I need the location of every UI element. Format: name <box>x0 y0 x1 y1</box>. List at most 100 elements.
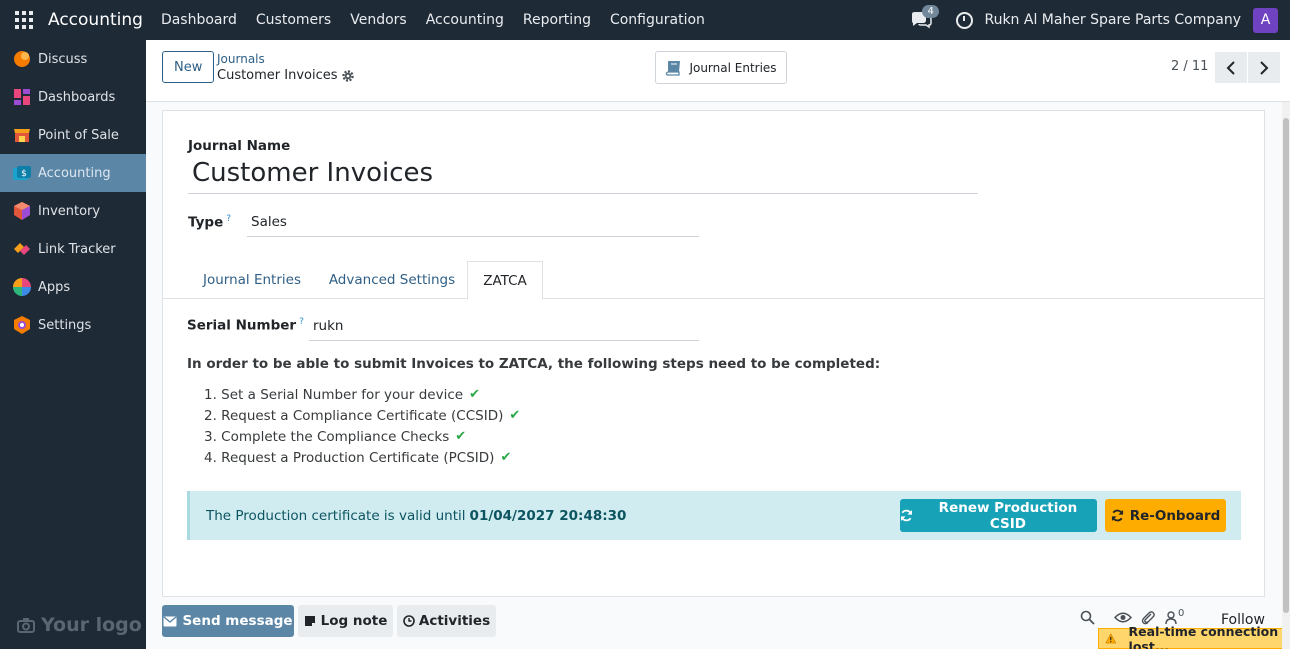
breadcrumb-current: Customer Invoices <box>217 68 354 83</box>
eye-icon[interactable] <box>1114 611 1132 624</box>
menu-configuration[interactable]: Configuration <box>610 12 705 28</box>
re-onboard-button[interactable]: Re-Onboard <box>1105 499 1226 532</box>
zatca-steps-list: 1. Set a Serial Number for your device ✔ … <box>204 384 520 468</box>
step-text: 3. Complete the Compliance Checks <box>204 428 450 445</box>
followers-count: 0 <box>1178 608 1185 619</box>
tab-journal-entries[interactable]: Journal Entries <box>187 261 317 299</box>
refresh-icon <box>900 509 912 522</box>
activities-label: Activities <box>418 613 491 629</box>
sidebar-item-settings[interactable]: Settings <box>0 306 146 344</box>
alert-date: 01/04/2027 20:48:30 <box>469 507 627 524</box>
alert-message: The Production certificate is valid unti… <box>206 507 466 524</box>
pager-previous-button[interactable] <box>1215 52 1247 83</box>
apps-grid-icon[interactable] <box>15 11 33 29</box>
renew-production-csid-button[interactable]: Renew Production CSID <box>900 499 1097 532</box>
serial-help-icon[interactable]: ? <box>299 317 304 327</box>
point-of-sale-icon <box>14 129 30 142</box>
activity-clock-icon[interactable] <box>956 11 974 29</box>
alert-text: The Production certificate is valid unti… <box>206 508 626 524</box>
gear-icon[interactable] <box>341 69 354 82</box>
page-scrollbar[interactable] <box>1282 102 1290 649</box>
apps-icon <box>13 278 31 296</box>
sidebar-item-label: Link Tracker <box>38 241 116 257</box>
check-icon: ✔ <box>500 450 512 465</box>
check-icon: ✔ <box>469 387 480 402</box>
renew-label: Renew Production CSID <box>938 499 1078 532</box>
type-select[interactable]: Sales <box>247 214 699 237</box>
scrollbar-thumb[interactable] <box>1283 118 1289 613</box>
certificate-alert: The Production certificate is valid unti… <box>187 491 1241 540</box>
log-note-button[interactable]: Log note <box>298 605 393 637</box>
step-text: 2. Request a Compliance Certificate (CCS… <box>204 407 504 424</box>
chevron-right-icon <box>1260 60 1269 75</box>
sidebar-item-label: Discuss <box>38 51 88 67</box>
sidebar-item-inventory[interactable]: Inventory <box>0 192 146 230</box>
type-label: Type? <box>188 214 231 231</box>
tab-advanced-settings[interactable]: Advanced Settings <box>317 261 467 299</box>
envelope-icon <box>163 615 177 626</box>
breadcrumb-journals[interactable]: Journals <box>217 52 265 66</box>
step-text: 4. Request a Production Certificate (PCS… <box>204 449 495 466</box>
check-icon: ✔ <box>509 408 521 423</box>
sidebar-item-link-tracker[interactable]: Link Tracker <box>0 230 146 268</box>
check-icon: ✔ <box>455 429 467 444</box>
new-button[interactable]: New <box>162 51 215 83</box>
send-message-button[interactable]: Send message <box>162 605 294 637</box>
top-navbar: Accounting Dashboard Customers Vendors A… <box>0 0 1290 40</box>
serial-number-label-text: Serial Number <box>187 317 297 334</box>
serial-number-input[interactable]: rukn <box>309 318 699 341</box>
warning-icon <box>1105 633 1117 644</box>
type-label-text: Type <box>188 214 224 231</box>
breadcrumb-current-label: Customer Invoices <box>217 68 338 83</box>
list-item: 1. Set a Serial Number for your device ✔ <box>204 384 520 405</box>
activities-button[interactable]: Activities <box>397 605 496 637</box>
journal-entries-button[interactable]: Journal Entries <box>655 51 787 84</box>
user-avatar[interactable]: A <box>1253 7 1278 33</box>
sidebar-item-dashboards[interactable]: Dashboards <box>0 78 146 116</box>
note-icon <box>304 616 315 626</box>
sidebar-item-apps[interactable]: Apps <box>0 268 146 306</box>
connection-lost-toast: Real-time connection lost... <box>1098 624 1290 649</box>
accounting-icon: $ <box>13 166 31 180</box>
step-text: 1. Set a Serial Number for your device <box>204 386 464 403</box>
book-icon <box>666 60 681 76</box>
sidebar-item-label: Inventory <box>38 203 101 219</box>
sidebar-item-accounting[interactable]: $ Accounting <box>0 154 146 192</box>
log-note-label: Log note <box>320 613 388 629</box>
app-title[interactable]: Accounting <box>48 10 143 30</box>
followers-icon[interactable] <box>1165 610 1177 625</box>
tab-zatca[interactable]: ZATCA <box>467 261 543 300</box>
top-right-systray: 4 Rukn Al Maher Spare Parts Company A <box>910 0 1290 40</box>
sidebar-item-point-of-sale[interactable]: Point of Sale <box>0 116 146 154</box>
search-icon[interactable] <box>1080 610 1095 625</box>
company-logo: Your logo <box>17 614 142 636</box>
discuss-icon <box>14 51 30 67</box>
journal-name-input[interactable]: Customer Invoices <box>188 158 978 194</box>
menu-customers[interactable]: Customers <box>256 12 331 28</box>
pager-next-button[interactable] <box>1248 52 1280 83</box>
send-message-label: Send message <box>182 613 293 629</box>
menu-vendors[interactable]: Vendors <box>350 12 406 28</box>
app-sidebar: Discuss Dashboards Point of Sale $ Accou… <box>0 40 146 649</box>
zatca-instructions: In order to be able to submit Invoices t… <box>187 356 881 372</box>
messages-icon[interactable]: 4 <box>910 5 939 29</box>
dashboards-icon <box>14 89 30 105</box>
journal-name-label: Journal Name <box>188 138 291 154</box>
messages-count-badge: 4 <box>922 5 939 18</box>
type-help-icon[interactable]: ? <box>226 214 231 224</box>
toast-text: Real-time connection lost... <box>1128 623 1279 649</box>
sidebar-item-label: Accounting <box>38 165 111 181</box>
menu-reporting[interactable]: Reporting <box>523 12 591 28</box>
menu-dashboard[interactable]: Dashboard <box>161 12 237 28</box>
sidebar-item-label: Settings <box>38 317 92 333</box>
svg-text:$: $ <box>21 169 27 179</box>
sidebar-item-discuss[interactable]: Discuss <box>0 40 146 78</box>
company-switcher[interactable]: Rukn Al Maher Spare Parts Company <box>984 12 1241 28</box>
menu-accounting[interactable]: Accounting <box>426 12 504 28</box>
list-item: 3. Complete the Compliance Checks ✔ <box>204 426 520 447</box>
serial-number-label: Serial Number? <box>187 317 304 334</box>
sidebar-item-label: Apps <box>38 279 71 295</box>
notebook-tabs: Journal Entries Advanced Settings ZATCA <box>163 261 1264 300</box>
logo-text: Your logo <box>41 614 142 636</box>
pager-value[interactable]: 2 / 11 <box>1171 59 1208 74</box>
